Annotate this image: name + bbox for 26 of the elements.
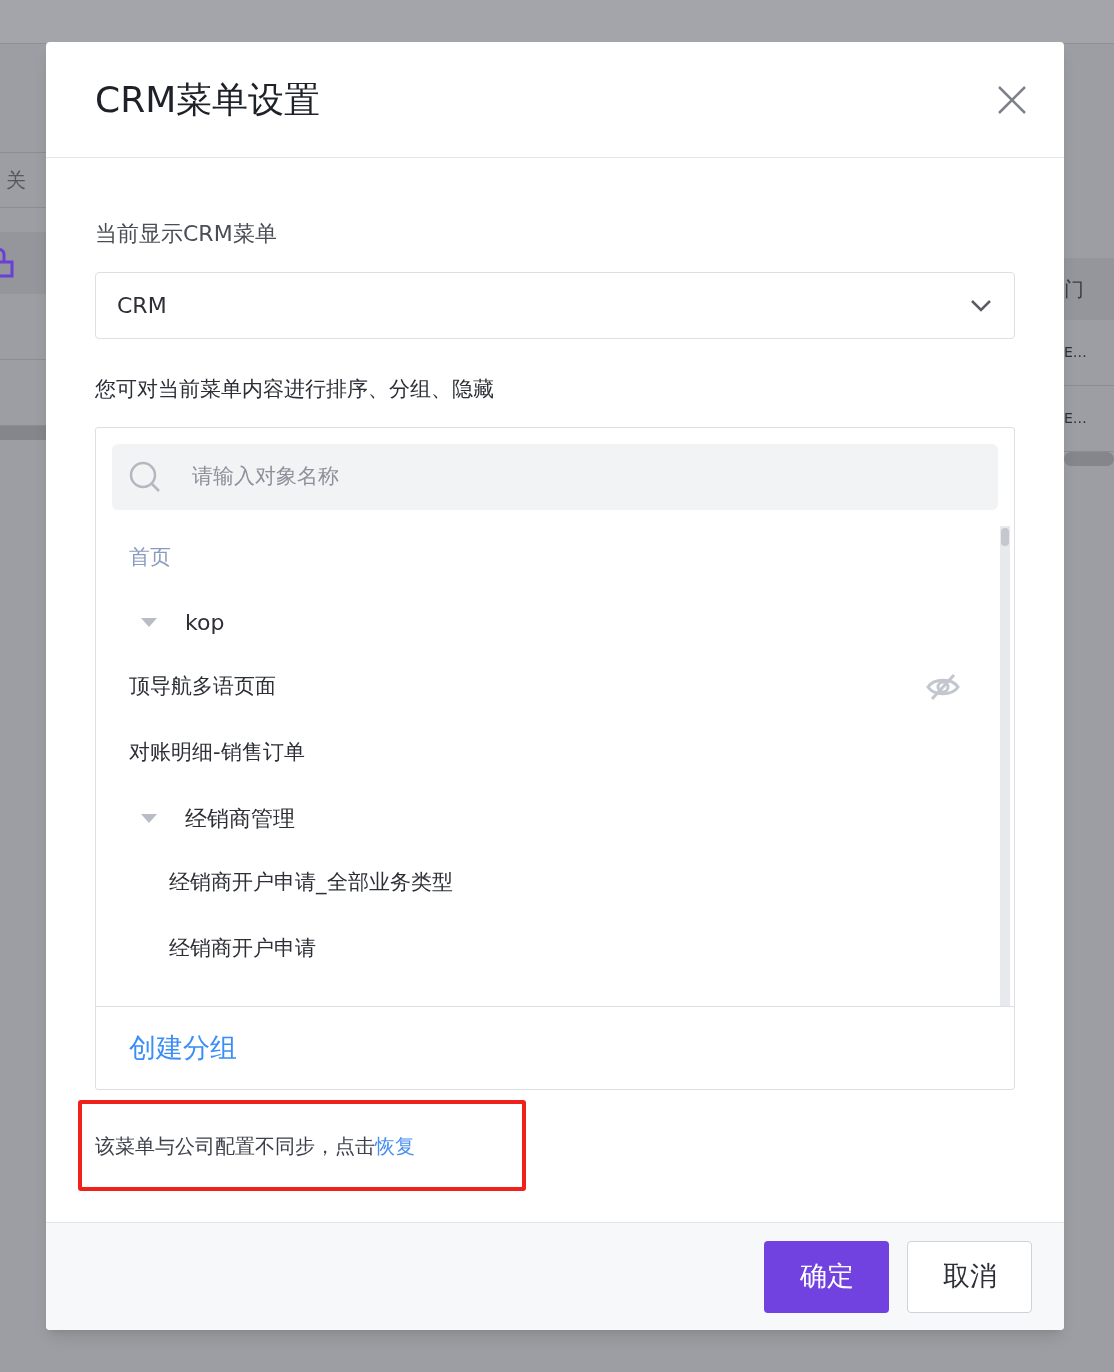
- menu-item-label[interactable]: 经销商开户申请_全部业务类型: [169, 867, 453, 899]
- hint-text: 您可对当前菜单内容进行排序、分组、隐藏: [95, 376, 495, 403]
- caret-icon[interactable]: [139, 616, 159, 628]
- search-input[interactable]: 请输入对象名称: [192, 461, 998, 493]
- column-header: 门: [1064, 258, 1114, 320]
- cancel-button[interactable]: 取消: [907, 1240, 1032, 1313]
- menu-item-label[interactable]: 对账明细-销售订单: [129, 737, 305, 769]
- folder-label[interactable]: kop: [185, 605, 225, 639]
- folder-label[interactable]: 经销商管理: [185, 801, 295, 835]
- close-icon[interactable]: [996, 83, 1028, 116]
- menu-item-label[interactable]: 经销商开户申请: [169, 933, 316, 965]
- dialog-title: CRM菜单设置: [95, 77, 321, 122]
- scrollbar-thumb[interactable]: [1001, 528, 1009, 546]
- horizontal-scrollbar[interactable]: [1064, 452, 1114, 466]
- field-label: 当前显示CRM菜单: [95, 220, 278, 248]
- confirm-button[interactable]: 确定: [764, 1240, 889, 1313]
- hidden-eye-icon[interactable]: [926, 672, 960, 702]
- sync-note: 该菜单与公司配置不同步，点击恢复: [95, 1132, 415, 1160]
- search-icon: [128, 460, 162, 494]
- lock-icon: [0, 248, 14, 278]
- section-label: 首页: [129, 544, 171, 572]
- caret-icon[interactable]: [139, 812, 159, 824]
- menu-select[interactable]: CRM: [95, 272, 1015, 339]
- chevron-down-icon: [970, 298, 992, 313]
- search-field[interactable]: 请输入对象名称: [112, 444, 998, 510]
- menu-item-label[interactable]: 顶导航多语页面: [129, 671, 276, 703]
